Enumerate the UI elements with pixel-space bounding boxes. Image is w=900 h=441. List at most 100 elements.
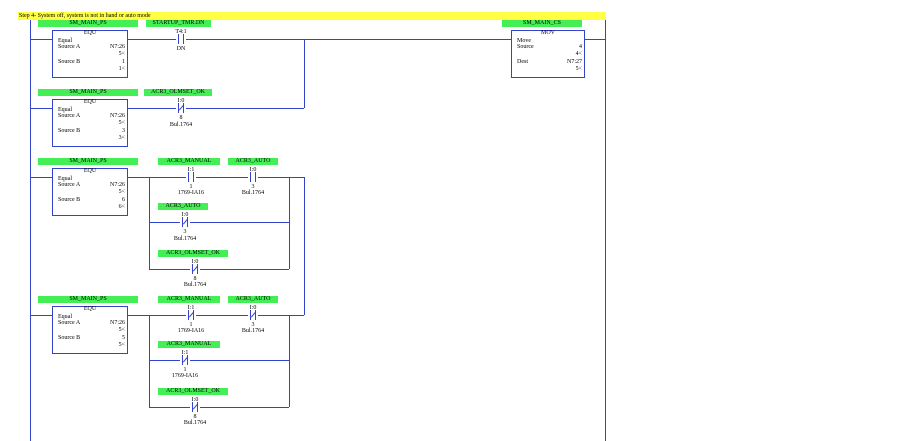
rung3-join-right xyxy=(289,315,290,407)
rung3-wire-c3 xyxy=(149,360,180,361)
rung3-c2-contact-nc[interactable] xyxy=(248,310,258,320)
rung3-branch-return xyxy=(304,177,305,315)
mov-dest: N7:27 xyxy=(567,59,582,65)
source-b-label: Source B xyxy=(58,128,81,134)
rung2-wire-c3 xyxy=(149,222,180,223)
source-a-value: 5< xyxy=(118,327,125,333)
rung2-c3-module: Bul.1764 xyxy=(173,236,197,242)
rung3-branch-left xyxy=(149,315,150,407)
rung1-equ-tag: SM_MAIN_PS xyxy=(38,89,138,96)
rung3-c4-tag: ACR3_OLMSET_OK xyxy=(158,388,228,395)
rung2-c2-tag: ACR3_AUTO xyxy=(228,158,278,165)
source-b-constant: 5 xyxy=(122,335,125,341)
rung2-c1-module: 1769-IA16 xyxy=(177,190,205,196)
rung1-contact-nc[interactable] xyxy=(176,103,186,113)
rung3-wire-mid xyxy=(127,315,149,316)
rung1-wire-mid xyxy=(127,108,176,109)
mov-source-value: 4< xyxy=(575,51,582,57)
mov-dest-value: 5< xyxy=(575,66,582,72)
source-b-value: 5< xyxy=(118,342,125,348)
source-a-address: N7:26 xyxy=(110,113,125,119)
rung3-wire-after-c2 xyxy=(258,315,304,316)
rung2-wire-left xyxy=(30,177,52,178)
rung2-wire-after-c4 xyxy=(200,269,289,270)
rung3-c3-tag: ACR3_MANUAL xyxy=(158,341,220,348)
rung2-branch-left xyxy=(149,177,150,269)
rung2-c3-contact-nc[interactable] xyxy=(180,217,190,227)
mov-title: MOV xyxy=(540,30,555,36)
rung2-wire-after-c2 xyxy=(258,177,304,178)
rung3-wire-c4 xyxy=(149,407,190,408)
rung2-c2-contact[interactable] xyxy=(248,172,258,182)
source-b-constant: 6 xyxy=(122,197,125,203)
rung-comment: Step 4- System off, system is not in han… xyxy=(18,12,606,20)
rung0-contact-bit: DN xyxy=(176,46,186,52)
left-power-rail xyxy=(30,20,31,441)
rung3-equ-block[interactable]: EQU Equal Source A N7:26 5< Source B 5 5… xyxy=(52,306,128,354)
rung0-wire-mid xyxy=(127,39,176,40)
source-a-value: 5< xyxy=(118,51,125,57)
rung1-equ-block[interactable]: EQU Equal Source A N7:26 5< Source B 3 3… xyxy=(52,99,128,147)
rung0-mov-block[interactable]: MOV Move Source 4 4< Dest N7:27 5< xyxy=(511,30,585,78)
equ-title: EQU xyxy=(83,30,97,36)
rung2-c1-contact[interactable] xyxy=(186,172,196,182)
mov-source-label: Source xyxy=(517,44,534,50)
rung3-c2-module: Bul.1764 xyxy=(241,328,265,334)
rung1-contact-module: Bul.1764 xyxy=(169,122,193,128)
rung0-wire-left xyxy=(30,39,52,40)
rung2-equ-block[interactable]: EQU Equal Source A N7:26 5< Source B 6 6… xyxy=(52,168,128,216)
source-b-label: Source B xyxy=(58,197,81,203)
rung2-equ-tag: SM_MAIN_PS xyxy=(38,158,138,165)
mov-source: 4 xyxy=(579,44,582,50)
equ-title: EQU xyxy=(83,306,97,312)
rung1-contact-bit: 8 xyxy=(179,115,183,121)
rung3-c3-module: 1769-IA16 xyxy=(171,373,199,379)
ladder-diagram: Step 4- System off, system is not in han… xyxy=(0,0,900,441)
rung2-c4-contact-nc[interactable] xyxy=(190,264,200,274)
source-b-constant: 3 xyxy=(122,128,125,134)
rung3-wire-left xyxy=(30,315,52,316)
source-b-value: 3< xyxy=(118,135,125,141)
equ-title: EQU xyxy=(83,99,97,105)
rung0-branch-return xyxy=(304,39,305,108)
rung0-contact[interactable] xyxy=(176,34,186,44)
rung2-c4-module: Bul.1764 xyxy=(183,282,207,288)
rung0-equ-block[interactable]: EQU Equal Source A N7:26 5< Source B 1 1… xyxy=(52,30,128,78)
source-a-value: 5< xyxy=(118,189,125,195)
source-a-address: N7:26 xyxy=(110,44,125,50)
rung2-wire-after-c3 xyxy=(190,222,289,223)
rung0-contact-tag: STARTUP_TMR.DN xyxy=(146,20,211,27)
source-b-label: Source B xyxy=(58,59,81,65)
right-power-rail xyxy=(605,20,606,441)
rung3-c3-contact-nc[interactable] xyxy=(180,355,190,365)
source-b-constant: 1 xyxy=(122,59,125,65)
rung2-join-right xyxy=(289,177,290,269)
rung2-wire-c4 xyxy=(149,269,190,270)
rung0-mov-tag: SM_MAIN_CS xyxy=(502,20,582,27)
equ-title: EQU xyxy=(83,168,97,174)
rung3-c1-tag: ACR3_MANUAL xyxy=(158,296,220,303)
rung2-wire-mid xyxy=(127,177,149,178)
rung3-c4-contact-nc[interactable] xyxy=(190,402,200,412)
source-a-address: N7:26 xyxy=(110,182,125,188)
rung0-wire-right xyxy=(186,39,511,40)
rung3-c3-bit: 1 xyxy=(183,367,187,373)
rung2-c3-tag: ACR3_AUTO xyxy=(158,203,208,210)
rung3-c2-tag: ACR3_AUTO xyxy=(228,296,278,303)
source-b-value: 1< xyxy=(118,66,125,72)
rung1-wire-left xyxy=(30,108,52,109)
rung2-wire-c1-c2 xyxy=(196,177,248,178)
rung3-wire-after-c3 xyxy=(190,360,289,361)
rung1-wire-right xyxy=(186,108,304,109)
rung3-wire-c1 xyxy=(149,315,186,316)
rung2-wire-c1 xyxy=(149,177,186,178)
rung1-contact-tag: ACR3_OLMSET_OK xyxy=(144,89,212,96)
rung3-c1-contact-nc[interactable] xyxy=(186,310,196,320)
source-b-label: Source B xyxy=(58,335,81,341)
rung3-c1-module: 1769-IA16 xyxy=(177,328,205,334)
rung3-equ-tag: SM_MAIN_PS xyxy=(38,296,138,303)
rung0-wire-end xyxy=(584,39,605,40)
rung3-c4-module: Bul.1764 xyxy=(183,420,207,426)
rung0-equ-tag: SM_MAIN_PS xyxy=(38,20,138,27)
rung2-c2-module: Bul.1764 xyxy=(241,190,265,196)
